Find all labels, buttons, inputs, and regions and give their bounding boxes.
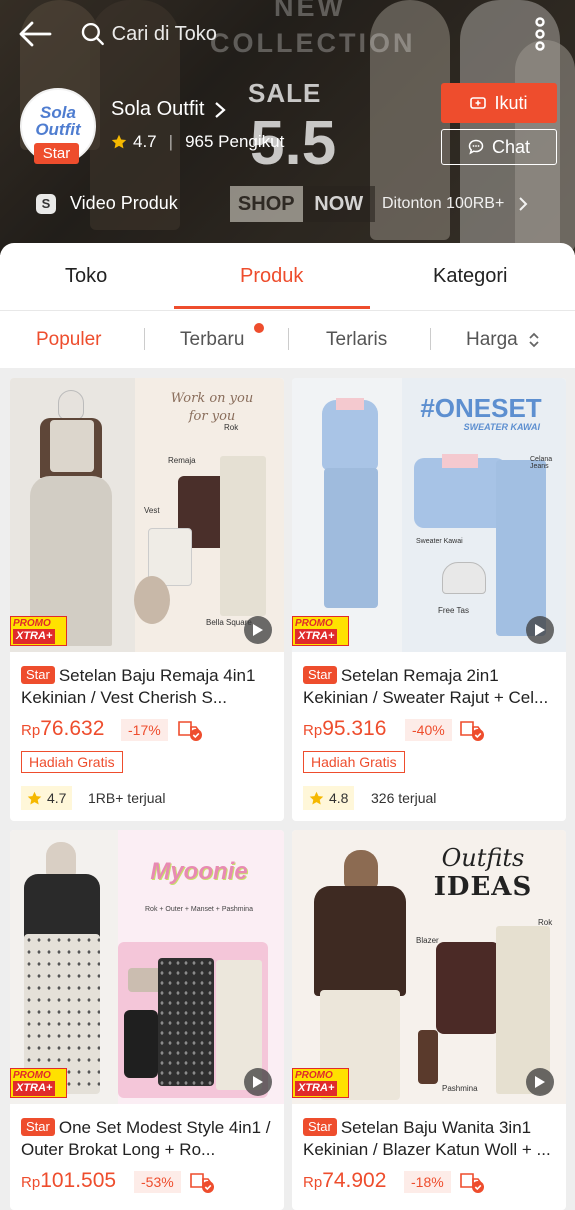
shop-rating: 4.7 bbox=[133, 132, 157, 151]
chevron-right-icon bbox=[215, 101, 227, 118]
top-bar: Cari di Toko bbox=[0, 10, 575, 58]
star-badge: Star bbox=[21, 1118, 55, 1136]
product-image[interactable]: Myoonie Rok + Outer + Manset + Pashmina P… bbox=[10, 830, 284, 1104]
discount-badge: -18% bbox=[404, 1171, 451, 1193]
sort-price[interactable]: Harga bbox=[466, 329, 518, 351]
promo-xtra-badge: PROMO XTRA+ bbox=[292, 616, 349, 646]
cod-icon bbox=[460, 721, 484, 741]
tab-toko[interactable]: Toko bbox=[65, 265, 107, 288]
product-price: Rp 95.316 bbox=[303, 717, 387, 740]
image-caption: Work on you for you bbox=[170, 391, 254, 424]
image-caption: Myoonie Rok + Outer + Manset + Pashmina bbox=[145, 858, 253, 913]
discount-badge: -17% bbox=[121, 719, 168, 741]
sort-latest[interactable]: Terbaru bbox=[180, 329, 244, 351]
product-title[interactable]: Star Setelan Baju Wanita 3in1 Kekinian / … bbox=[303, 1117, 555, 1161]
product-image[interactable]: Work on you for you Rok Remaja Vest Bella… bbox=[10, 378, 284, 652]
product-title[interactable]: Star One Set Modest Style 4in1 / Outer Br… bbox=[21, 1117, 273, 1161]
tab-produk[interactable]: Produk bbox=[240, 265, 303, 288]
promo-xtra-badge: PROMO XTRA+ bbox=[10, 616, 67, 646]
star-icon bbox=[27, 791, 42, 804]
star-badge: Star bbox=[21, 666, 55, 684]
product-title[interactable]: Star Setelan Baju Remaja 4in1 Kekinian / … bbox=[21, 665, 273, 709]
image-caption: #ONESET SWEATER KAWAI bbox=[420, 393, 542, 432]
sort-best-selling[interactable]: Terlaris bbox=[326, 329, 387, 351]
search-icon bbox=[81, 22, 104, 46]
shop-name[interactable]: Sola Outfit bbox=[111, 98, 227, 121]
product-price: Rp 74.902 bbox=[303, 1169, 387, 1192]
promo-xtra-badge: PROMO XTRA+ bbox=[10, 1068, 67, 1098]
tab-kategori[interactable]: Kategori bbox=[433, 265, 508, 288]
active-tab-indicator bbox=[174, 306, 370, 309]
free-gift-badge: Hadiah Gratis bbox=[303, 751, 405, 773]
sold-count: 1RB+ terjual bbox=[88, 790, 166, 806]
product-card[interactable]: #ONESET SWEATER KAWAI Celana Jeans Sweate… bbox=[292, 378, 566, 821]
sold-count: 326 terjual bbox=[371, 790, 437, 806]
star-icon bbox=[111, 134, 127, 149]
image-caption: Outfits IDEAS bbox=[433, 844, 533, 902]
product-image[interactable]: Outfits IDEAS Blazer Rok Pashmina PROMO XT… bbox=[292, 830, 566, 1104]
shop-header-banner: NEW COLLECTION SALE 5.5 SHOP NOW Cari di … bbox=[0, 0, 575, 255]
product-rating: 4.8 bbox=[303, 786, 355, 810]
cod-icon bbox=[178, 721, 202, 741]
chat-button[interactable]: Chat bbox=[441, 129, 557, 165]
shop-tabs: Toko Produk Kategori bbox=[0, 243, 575, 311]
product-price: Rp 76.632 bbox=[21, 717, 105, 740]
promo-xtra-badge: PROMO XTRA+ bbox=[292, 1068, 349, 1098]
more-options-icon[interactable] bbox=[530, 16, 550, 52]
chat-bubble-icon bbox=[468, 139, 484, 155]
shop-stats: 4.7 | 965 Pengikut bbox=[111, 132, 284, 152]
sort-toggle-icon[interactable] bbox=[528, 331, 540, 349]
discount-badge: -40% bbox=[405, 719, 452, 741]
product-price: Rp 101.505 bbox=[21, 1169, 117, 1192]
free-gift-badge: Hadiah Gratis bbox=[21, 751, 123, 773]
play-icon[interactable] bbox=[244, 1068, 272, 1096]
cod-icon bbox=[460, 1173, 484, 1193]
star-badge: Star bbox=[303, 1118, 337, 1136]
star-icon bbox=[309, 791, 324, 804]
star-seller-badge: Star bbox=[34, 143, 79, 164]
product-rating: 4.7 bbox=[21, 786, 73, 810]
star-badge: Star bbox=[303, 666, 337, 684]
discount-badge: -53% bbox=[134, 1171, 181, 1193]
new-indicator-dot bbox=[254, 323, 264, 333]
product-card[interactable]: Myoonie Rok + Outer + Manset + Pashmina P… bbox=[10, 830, 284, 1210]
play-icon[interactable] bbox=[244, 616, 272, 644]
video-icon: S bbox=[36, 193, 56, 214]
video-products-link[interactable]: S Video Produk bbox=[36, 193, 178, 214]
play-icon[interactable] bbox=[526, 616, 554, 644]
cod-icon bbox=[190, 1173, 214, 1193]
chevron-right-icon bbox=[519, 197, 528, 211]
shop-search[interactable]: Cari di Toko bbox=[80, 18, 240, 50]
product-card[interactable]: Work on you for you Rok Remaja Vest Bella… bbox=[10, 378, 284, 821]
search-input[interactable]: Cari di Toko bbox=[112, 23, 240, 46]
sort-popular[interactable]: Populer bbox=[36, 329, 102, 351]
follow-button[interactable]: Ikuti bbox=[441, 83, 557, 123]
follow-icon bbox=[470, 97, 487, 109]
sort-bar: Populer Terbaru Terlaris Harga bbox=[0, 311, 575, 368]
views-count-link[interactable]: Ditonton 100RB+ bbox=[382, 195, 528, 213]
play-icon[interactable] bbox=[526, 1068, 554, 1096]
product-image[interactable]: #ONESET SWEATER KAWAI Celana Jeans Sweate… bbox=[292, 378, 566, 652]
product-title[interactable]: Star Setelan Remaja 2in1 Kekinian / Sweat… bbox=[303, 665, 555, 709]
shop-followers: 965 Pengikut bbox=[185, 132, 285, 151]
back-arrow-icon[interactable] bbox=[18, 20, 52, 48]
product-card[interactable]: Outfits IDEAS Blazer Rok Pashmina PROMO XT… bbox=[292, 830, 566, 1210]
